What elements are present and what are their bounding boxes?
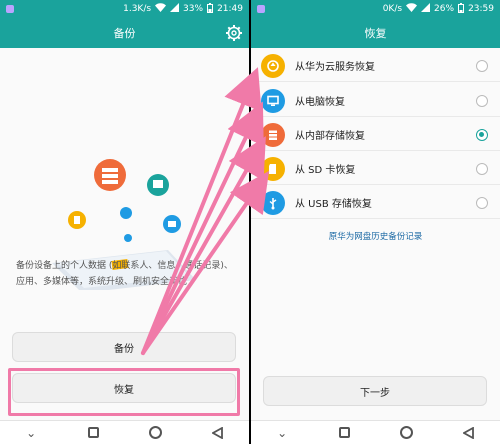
screenshot-composite: 1.3K/s 33% 21:49 备份 备份设备上的个人数据 (如联系人、信息、… xyxy=(0,0,500,444)
chevron-down-icon[interactable]: ⌄ xyxy=(23,425,39,441)
network-speed: 1.3K/s xyxy=(123,4,152,14)
recents-button[interactable] xyxy=(336,425,352,441)
title-bar: 备份 xyxy=(0,18,249,48)
radio-pc[interactable] xyxy=(476,94,488,107)
home-button[interactable] xyxy=(399,425,415,441)
wifi-icon xyxy=(406,3,418,15)
gear-icon[interactable] xyxy=(225,24,243,42)
radio-internal-storage[interactable] xyxy=(476,128,488,141)
option-label: 从华为云服务恢复 xyxy=(295,62,375,73)
signal-icon xyxy=(421,3,431,15)
status-bar: 0K/s 26% 23:59 xyxy=(251,0,500,18)
history-backup-link[interactable]: 原华为网盘历史备份记录 xyxy=(251,230,500,242)
radio-usb[interactable] xyxy=(476,196,488,209)
option-cloud-restore[interactable]: 从华为云服务恢复 xyxy=(251,50,500,82)
network-speed: 0K/s xyxy=(382,4,403,14)
home-button[interactable] xyxy=(148,425,164,441)
signal-icon xyxy=(170,3,180,15)
option-label: 从电脑恢复 xyxy=(295,97,345,108)
notification-app-icon xyxy=(6,5,14,13)
restore-highlight-box xyxy=(8,368,240,416)
clock: 21:49 xyxy=(217,4,243,14)
usb-icon xyxy=(261,190,285,215)
wifi-icon xyxy=(155,3,167,15)
option-usb-restore[interactable]: 从 USB 存储恢复 xyxy=(251,187,500,219)
nav-bar: ⌄ xyxy=(0,420,249,444)
option-internal-storage-restore[interactable]: 从内部存储恢复 xyxy=(251,119,500,151)
option-label: 从 USB 存储恢复 xyxy=(295,199,372,210)
page-title: 恢复 xyxy=(364,27,387,40)
battery-percent: 26% xyxy=(434,4,455,14)
page-title: 备份 xyxy=(113,27,136,40)
restore-screen: 0K/s 26% 23:59 恢复 从华为云服务恢复 从电脑恢复 从内部存储恢复… xyxy=(251,0,500,444)
battery-icon xyxy=(458,2,465,16)
radio-cloud[interactable] xyxy=(476,59,488,72)
sd-card-icon xyxy=(261,156,285,181)
option-label: 从 SD 卡恢复 xyxy=(295,165,356,176)
option-label: 从内部存储恢复 xyxy=(295,131,365,142)
battery-icon xyxy=(207,2,214,16)
option-pc-restore[interactable]: 从电脑恢复 xyxy=(251,85,500,117)
restore-content: 从华为云服务恢复 从电脑恢复 从内部存储恢复 从 SD 卡恢复 从 USB 存储… xyxy=(251,48,500,420)
storage-icon xyxy=(261,122,285,147)
backup-content: 备份设备上的个人数据 (如联系人、信息、通话记录)、应用、多媒体等，系统升级、刷… xyxy=(0,48,249,420)
title-bar: 恢复 xyxy=(251,18,500,48)
notification-app-icon xyxy=(257,5,265,13)
recents-button[interactable] xyxy=(85,425,101,441)
status-bar: 1.3K/s 33% 21:49 xyxy=(0,0,249,18)
cloud-icon xyxy=(261,53,285,78)
back-button[interactable] xyxy=(210,425,226,441)
back-button[interactable] xyxy=(461,425,477,441)
next-button[interactable]: 下一步 xyxy=(263,376,487,406)
status-right: 0K/s 26% 23:59 xyxy=(382,2,494,16)
radio-sd[interactable] xyxy=(476,162,488,175)
chevron-down-icon[interactable]: ⌄ xyxy=(274,425,290,441)
backup-screen: 1.3K/s 33% 21:49 备份 备份设备上的个人数据 (如联系人、信息、… xyxy=(0,0,249,444)
battery-percent: 33% xyxy=(183,4,204,14)
backup-button[interactable]: 备份 xyxy=(12,332,236,362)
monitor-icon xyxy=(261,88,285,113)
backup-description: 备份设备上的个人数据 (如联系人、信息、通话记录)、应用、多媒体等，系统升级、刷… xyxy=(16,261,233,287)
option-sd-restore[interactable]: 从 SD 卡恢复 xyxy=(251,153,500,185)
status-right: 1.3K/s 33% 21:49 xyxy=(123,2,243,16)
clock: 23:59 xyxy=(468,4,494,14)
nav-bar: ⌄ xyxy=(251,420,500,444)
